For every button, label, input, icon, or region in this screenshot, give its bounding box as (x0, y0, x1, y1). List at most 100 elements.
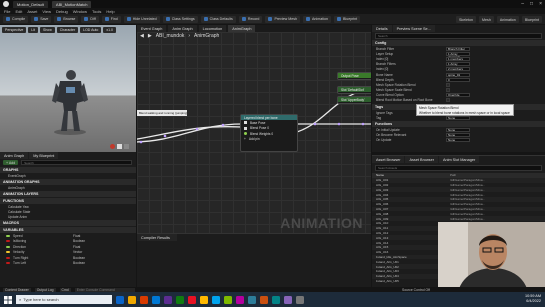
blueprint-search-input[interactable]: Search (21, 160, 132, 165)
toolbar-button-compile[interactable]: Compile (3, 15, 29, 23)
graph-node-slot-upperbody[interactable]: Slot 'UpperBody' (337, 96, 371, 104)
taskbar-app-icon[interactable] (272, 295, 280, 304)
mode-animation[interactable]: Animation (496, 16, 519, 23)
taskbar-app-icon[interactable] (176, 295, 184, 304)
toolbar-button-preview-mesh[interactable]: Preview Mesh (265, 15, 301, 23)
graph-node-output-pose[interactable]: Output Pose (337, 72, 371, 80)
toolbar-button-animation[interactable]: Animation (303, 15, 331, 23)
property-value[interactable]: 1 members (446, 56, 470, 61)
column-path[interactable]: Path (450, 173, 456, 177)
taskbar-clock[interactable]: 10:59 AM 6/4/2022 (525, 294, 541, 304)
compiler-results-tab[interactable]: Compiler Results (137, 234, 177, 241)
taskbar-app-icon[interactable] (224, 295, 232, 304)
asset-tab-asset-browser[interactable]: Asset Browser (405, 156, 438, 163)
pause-button[interactable] (117, 144, 122, 149)
property-value[interactable]: 1 Array elements (446, 51, 470, 59)
graph-tab-locomotion[interactable]: Locomotion (198, 25, 227, 32)
taskbar-app-icon[interactable] (212, 295, 220, 304)
anim-blueprint-tab[interactable]: ABI_MotionMatch (51, 0, 92, 8)
comment-box[interactable]: Blend walking and running (jumping) (137, 110, 187, 116)
record-button[interactable] (110, 144, 115, 149)
menu-item-view[interactable]: View (42, 9, 51, 14)
forward-arrow-icon[interactable]: ▶ (148, 33, 152, 39)
viewport-character-button[interactable]: Character (56, 27, 79, 33)
property-value[interactable]: None (446, 138, 470, 143)
viewport-perspective-button[interactable]: Perspective (2, 27, 27, 33)
close-icon[interactable]: × (539, 1, 542, 7)
asset-tab-asset-browser[interactable]: Asset Browser (372, 156, 405, 163)
graph-tab-animgraph[interactable]: AnimGraph (228, 25, 256, 32)
tab-my-blueprint[interactable]: My Blueprint (29, 152, 59, 159)
breadcrumb-root[interactable]: ABI_mundok (156, 33, 185, 39)
graph-node-slot-defaultslot[interactable]: Slot 'DefaultSlot' (337, 86, 371, 94)
menu-item-file[interactable]: File (4, 9, 10, 14)
console-command-input[interactable]: Enter Console Command (74, 287, 135, 292)
column-name[interactable]: Name (372, 173, 450, 177)
property-value[interactable]: 2 members (446, 67, 470, 72)
property-value[interactable]: Override (446, 93, 470, 98)
property-value[interactable]: 0 (446, 77, 470, 82)
taskbar-app-icon[interactable] (236, 295, 244, 304)
property-checkbox[interactable] (446, 82, 450, 87)
taskbar-app-icon[interactable] (200, 295, 208, 304)
details-search-input[interactable]: Search (375, 33, 542, 39)
preview-viewport[interactable]: Perspective Lit Show Character LOD Auto x1.0 (0, 25, 136, 152)
maximize-icon[interactable]: □ (530, 1, 533, 7)
source-control-status[interactable]: Source Control Off (402, 288, 430, 292)
tab-anim-graph[interactable]: Anim Graph (0, 152, 29, 159)
taskbar-app-icon[interactable] (152, 295, 160, 304)
toolbar-button-save[interactable]: Save (31, 15, 52, 23)
section-animation-layers[interactable]: ANIMATION LAYERS (0, 191, 136, 197)
taskbar-app-icon[interactable] (164, 295, 172, 304)
toolbar-button-record[interactable]: Record (238, 15, 263, 23)
details-tab-preview-scene-se[interactable]: Preview Scene Se... (392, 25, 435, 32)
asset-search-input[interactable]: Search Assets (375, 165, 542, 171)
menu-item-window[interactable]: Window (73, 9, 87, 14)
back-arrow-icon[interactable]: ◀ (140, 33, 144, 39)
output-log-button[interactable]: Output Log (34, 287, 56, 292)
stop-button[interactable] (124, 144, 129, 149)
list-item-eventgraph[interactable]: EventGraph (0, 173, 136, 178)
mode-blueprint[interactable]: Blueprint (521, 16, 542, 23)
taskbar-app-icon[interactable] (284, 295, 292, 304)
menu-item-edit[interactable]: Edit (15, 9, 22, 14)
list-item-animgraph[interactable]: AnimGraph (0, 185, 136, 190)
property-checkbox[interactable] (446, 88, 450, 93)
toolbar-button-blueprint[interactable]: Blueprint (334, 15, 361, 23)
taskbar-app-icon[interactable] (248, 295, 256, 304)
variable-row[interactable]: Turn Left Boolean (0, 261, 136, 267)
list-item-update-anim[interactable]: Update Anim (0, 214, 136, 219)
property-value[interactable]: None (446, 133, 470, 138)
menu-item-tools[interactable]: Tools (92, 9, 101, 14)
toolbar-button-class-defaults[interactable]: Class Defaults (200, 15, 236, 23)
breadcrumb-current[interactable]: AnimGraph (194, 33, 219, 39)
minimize-icon[interactable]: – (521, 1, 524, 7)
toolbar-button-class-settings[interactable]: Class Settings (162, 15, 198, 23)
property-value[interactable]: 1 Array elements (446, 62, 470, 69)
property-checkbox[interactable] (446, 98, 450, 103)
graph-tab-event-graph[interactable]: Event Graph (137, 25, 167, 32)
menu-item-help[interactable]: Help (106, 9, 114, 14)
viewport-x1-0-button[interactable]: x1.0 (103, 27, 116, 33)
viewport-lod-auto-button[interactable]: LOD Auto (80, 27, 102, 33)
graph-tab-anim-graph[interactable]: Anim Graph (168, 25, 197, 32)
toolbar-button-find[interactable]: Find (101, 15, 121, 23)
property-value[interactable]: spine_01 (446, 72, 470, 77)
content-drawer-button[interactable]: Content Drawer (3, 287, 31, 292)
taskbar-app-icon[interactable] (140, 295, 148, 304)
windows-start-icon[interactable] (4, 295, 12, 304)
taskbar-app-icon[interactable] (260, 295, 268, 304)
add-button[interactable]: + Add (3, 160, 19, 165)
property-value[interactable]: None (446, 115, 470, 120)
layered-blend-node[interactable]: Layered blend per bone Base Pose Blend Po… (240, 114, 298, 152)
details-tab-details[interactable]: Details (372, 25, 392, 32)
taskbar-app-icon[interactable] (128, 295, 136, 304)
toolbar-button-hide-unrelated[interactable]: Hide Unrelated (123, 15, 160, 23)
menu-item-asset[interactable]: Asset (27, 9, 37, 14)
mode-skeleton[interactable]: Skeleton (456, 16, 477, 23)
asset-tab-anim-slot-manager[interactable]: Anim Slot Manager (438, 156, 480, 163)
taskbar-search-input[interactable]: ⌕ Type here to search (16, 295, 112, 304)
property-value[interactable]: Branch Filter (446, 46, 470, 51)
property-value[interactable]: None (446, 128, 470, 133)
taskbar-app-icon[interactable] (296, 295, 304, 304)
